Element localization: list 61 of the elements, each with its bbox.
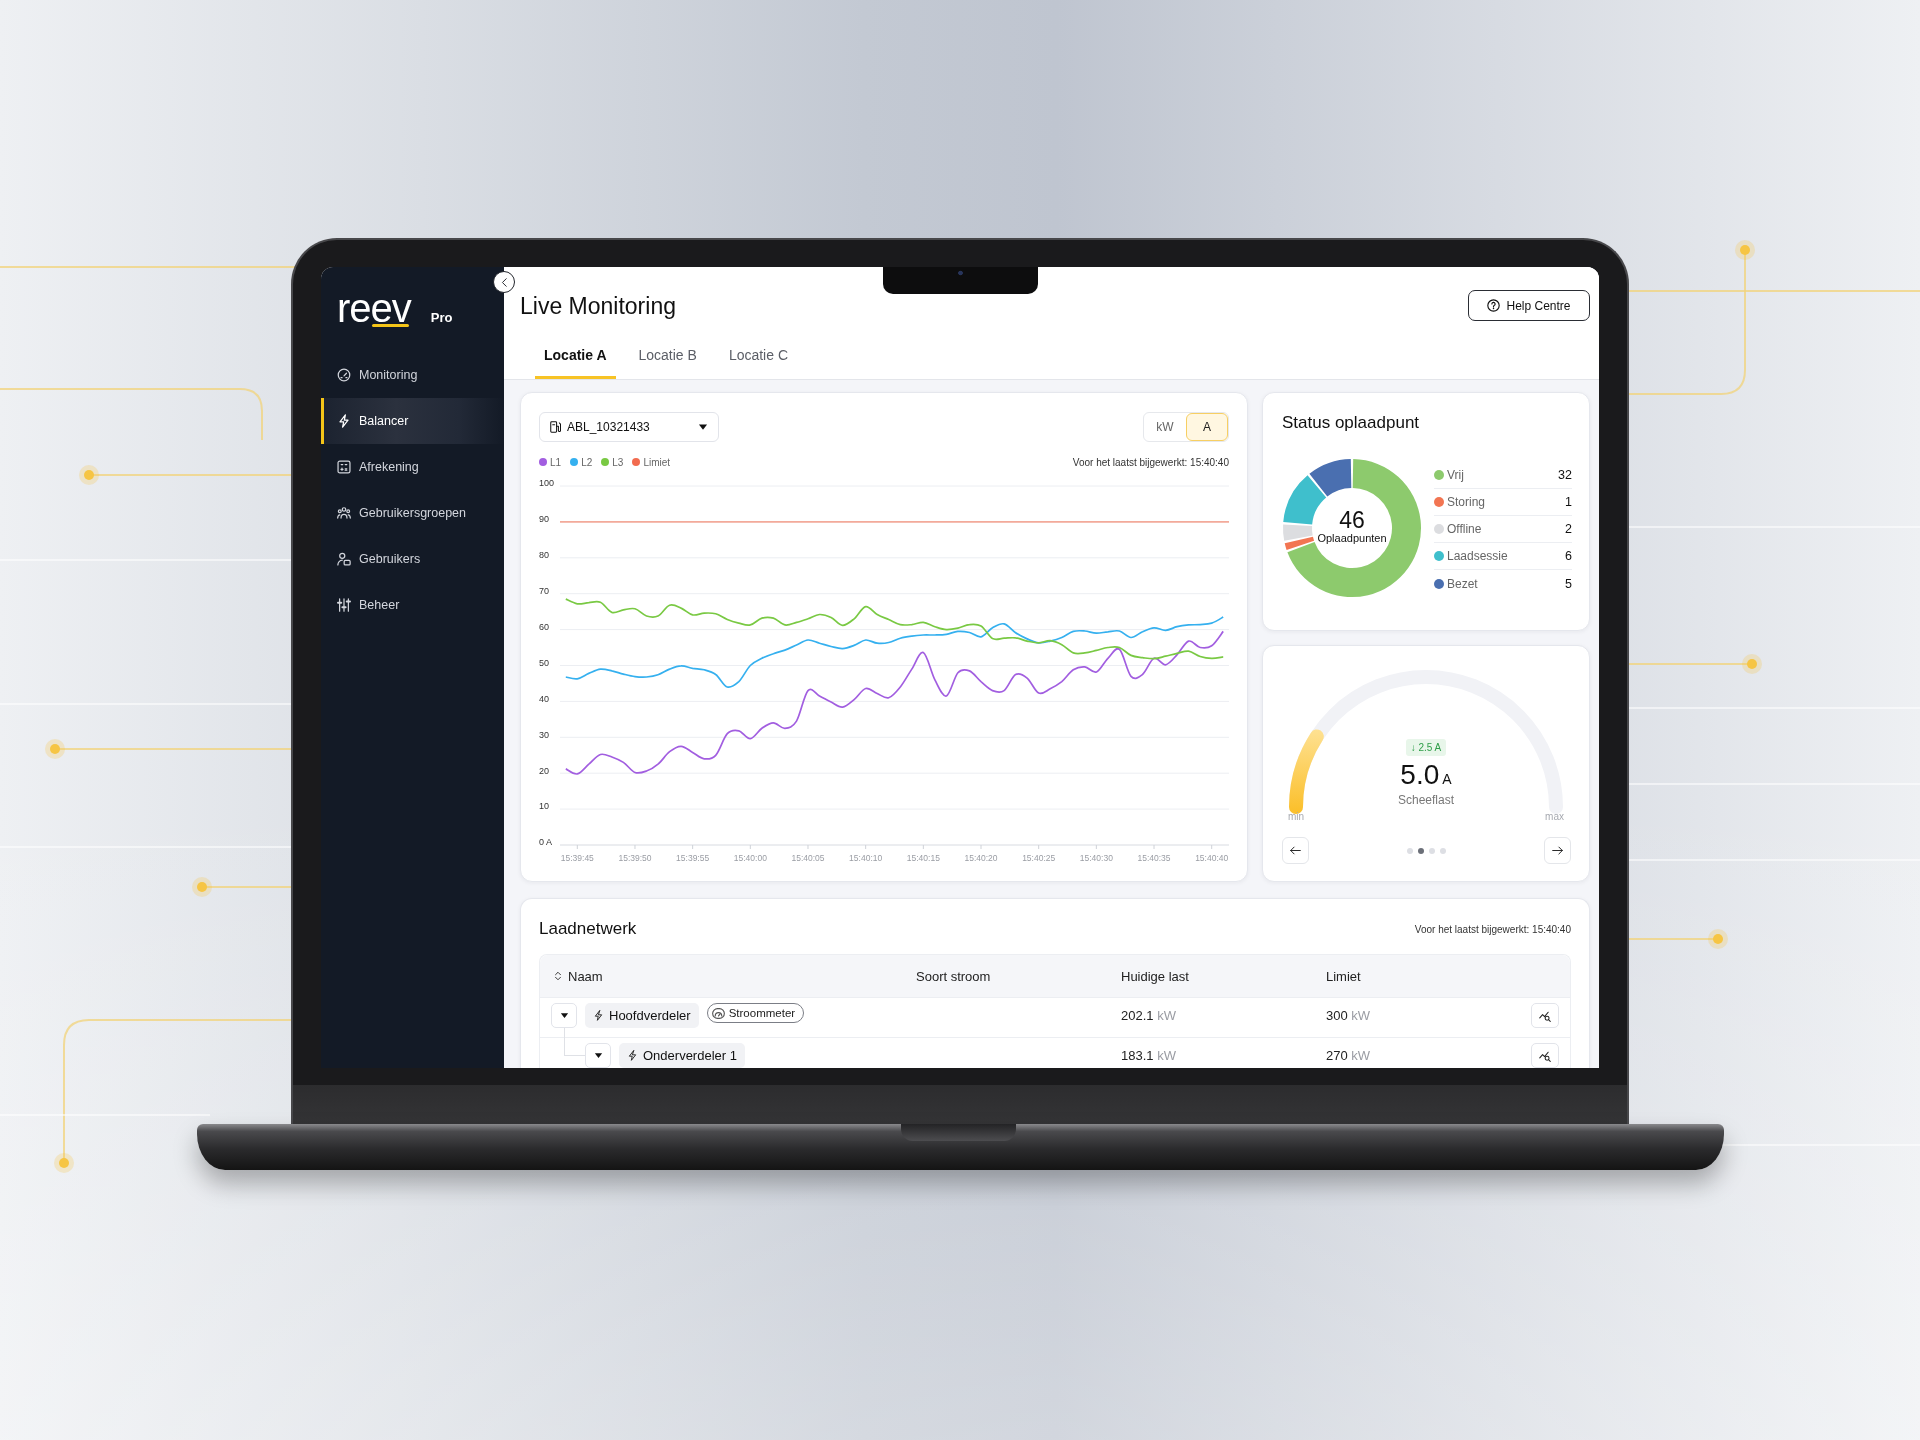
axis-label: 10: [539, 801, 549, 812]
axis-label: 15:40:20: [964, 853, 998, 863]
table-cell-text: 183.1 kW: [1121, 1047, 1177, 1065]
table-cell-text: 202.1 kW: [1121, 1007, 1177, 1025]
change-indicator: ↓ 2.5 A: [1405, 739, 1447, 756]
axis-label: 90: [539, 514, 549, 525]
status-count: 1: [1565, 495, 1572, 509]
axis-label: 15:40:25: [1022, 853, 1056, 863]
axis-label: 15:40:05: [791, 853, 825, 863]
axis-label: 15:39:50: [618, 853, 652, 863]
axis-label: 15:40:15: [906, 853, 940, 863]
axis-label: 15:39:45: [560, 853, 594, 863]
max-label: max: [1545, 810, 1564, 824]
axis-label: 60: [539, 621, 549, 632]
axis-label: 15:40:30: [1079, 853, 1113, 863]
page-title: Live Monitoring: [520, 291, 676, 320]
node-name: Hoofdverdeler: [609, 1007, 691, 1025]
axis-label: 0 A: [539, 837, 552, 848]
updated-time: Voor het laatst bijgewerkt: 15:40:40: [1414, 923, 1571, 935]
legend-label: Limiet: [643, 456, 671, 468]
card-title: Status oplaadpunt: [1282, 412, 1421, 434]
status-count: 2: [1565, 522, 1572, 536]
status-count: 6: [1565, 549, 1572, 563]
status-label: Offline: [1447, 522, 1482, 536]
gauge-label: Scheeflast: [1397, 793, 1454, 808]
node-name: Onderverdeler 1: [643, 1047, 737, 1065]
edition-label: Pro: [430, 310, 453, 325]
axis-label: 80: [539, 550, 549, 561]
axis-label: 100: [539, 480, 555, 489]
status-label: Storing: [1447, 495, 1486, 509]
min-label: min: [1288, 810, 1305, 824]
axis-label: 50: [539, 657, 549, 668]
legend-label: L3: [612, 456, 624, 468]
card-title: Laadnetwerk: [539, 918, 637, 940]
column-header: Huidige last: [1121, 968, 1189, 984]
axis-label: 15:40:35: [1137, 853, 1171, 863]
gauge-value: 5.0: [1400, 760, 1440, 790]
logo: reev: [337, 288, 411, 328]
axis-label: 40: [539, 693, 549, 704]
axis-label: 70: [539, 586, 549, 597]
column-header: Soort stroom: [916, 968, 991, 984]
column-header: Naam: [568, 968, 603, 984]
axis-label: 20: [539, 765, 549, 776]
updated-time: Voor het laatst bijgewerkt: 15:40:40: [1072, 456, 1229, 468]
status-count: 32: [1558, 468, 1572, 482]
axis-label: 15:40:00: [733, 853, 767, 863]
meter-label: Stroommeter: [728, 1005, 796, 1021]
axis-label: 15:40:40: [1195, 853, 1229, 863]
status-label: Laadsessie: [1447, 549, 1508, 563]
legend-label: L1: [550, 456, 562, 468]
table-cell-text: 270 kW: [1326, 1047, 1372, 1065]
axis-label: 15:39:55: [676, 853, 710, 863]
status-label: Bezet: [1447, 576, 1478, 591]
column-header: Limiet: [1326, 968, 1361, 984]
legend-label: L2: [581, 456, 593, 468]
gauge-unit: A: [1442, 771, 1452, 787]
axis-label: 15:40:10: [849, 853, 883, 863]
table-cell-text: 300 kW: [1326, 1007, 1372, 1025]
axis-label: 30: [539, 729, 549, 740]
status-count: 5: [1565, 576, 1572, 591]
status-label: Vrij: [1447, 468, 1464, 482]
